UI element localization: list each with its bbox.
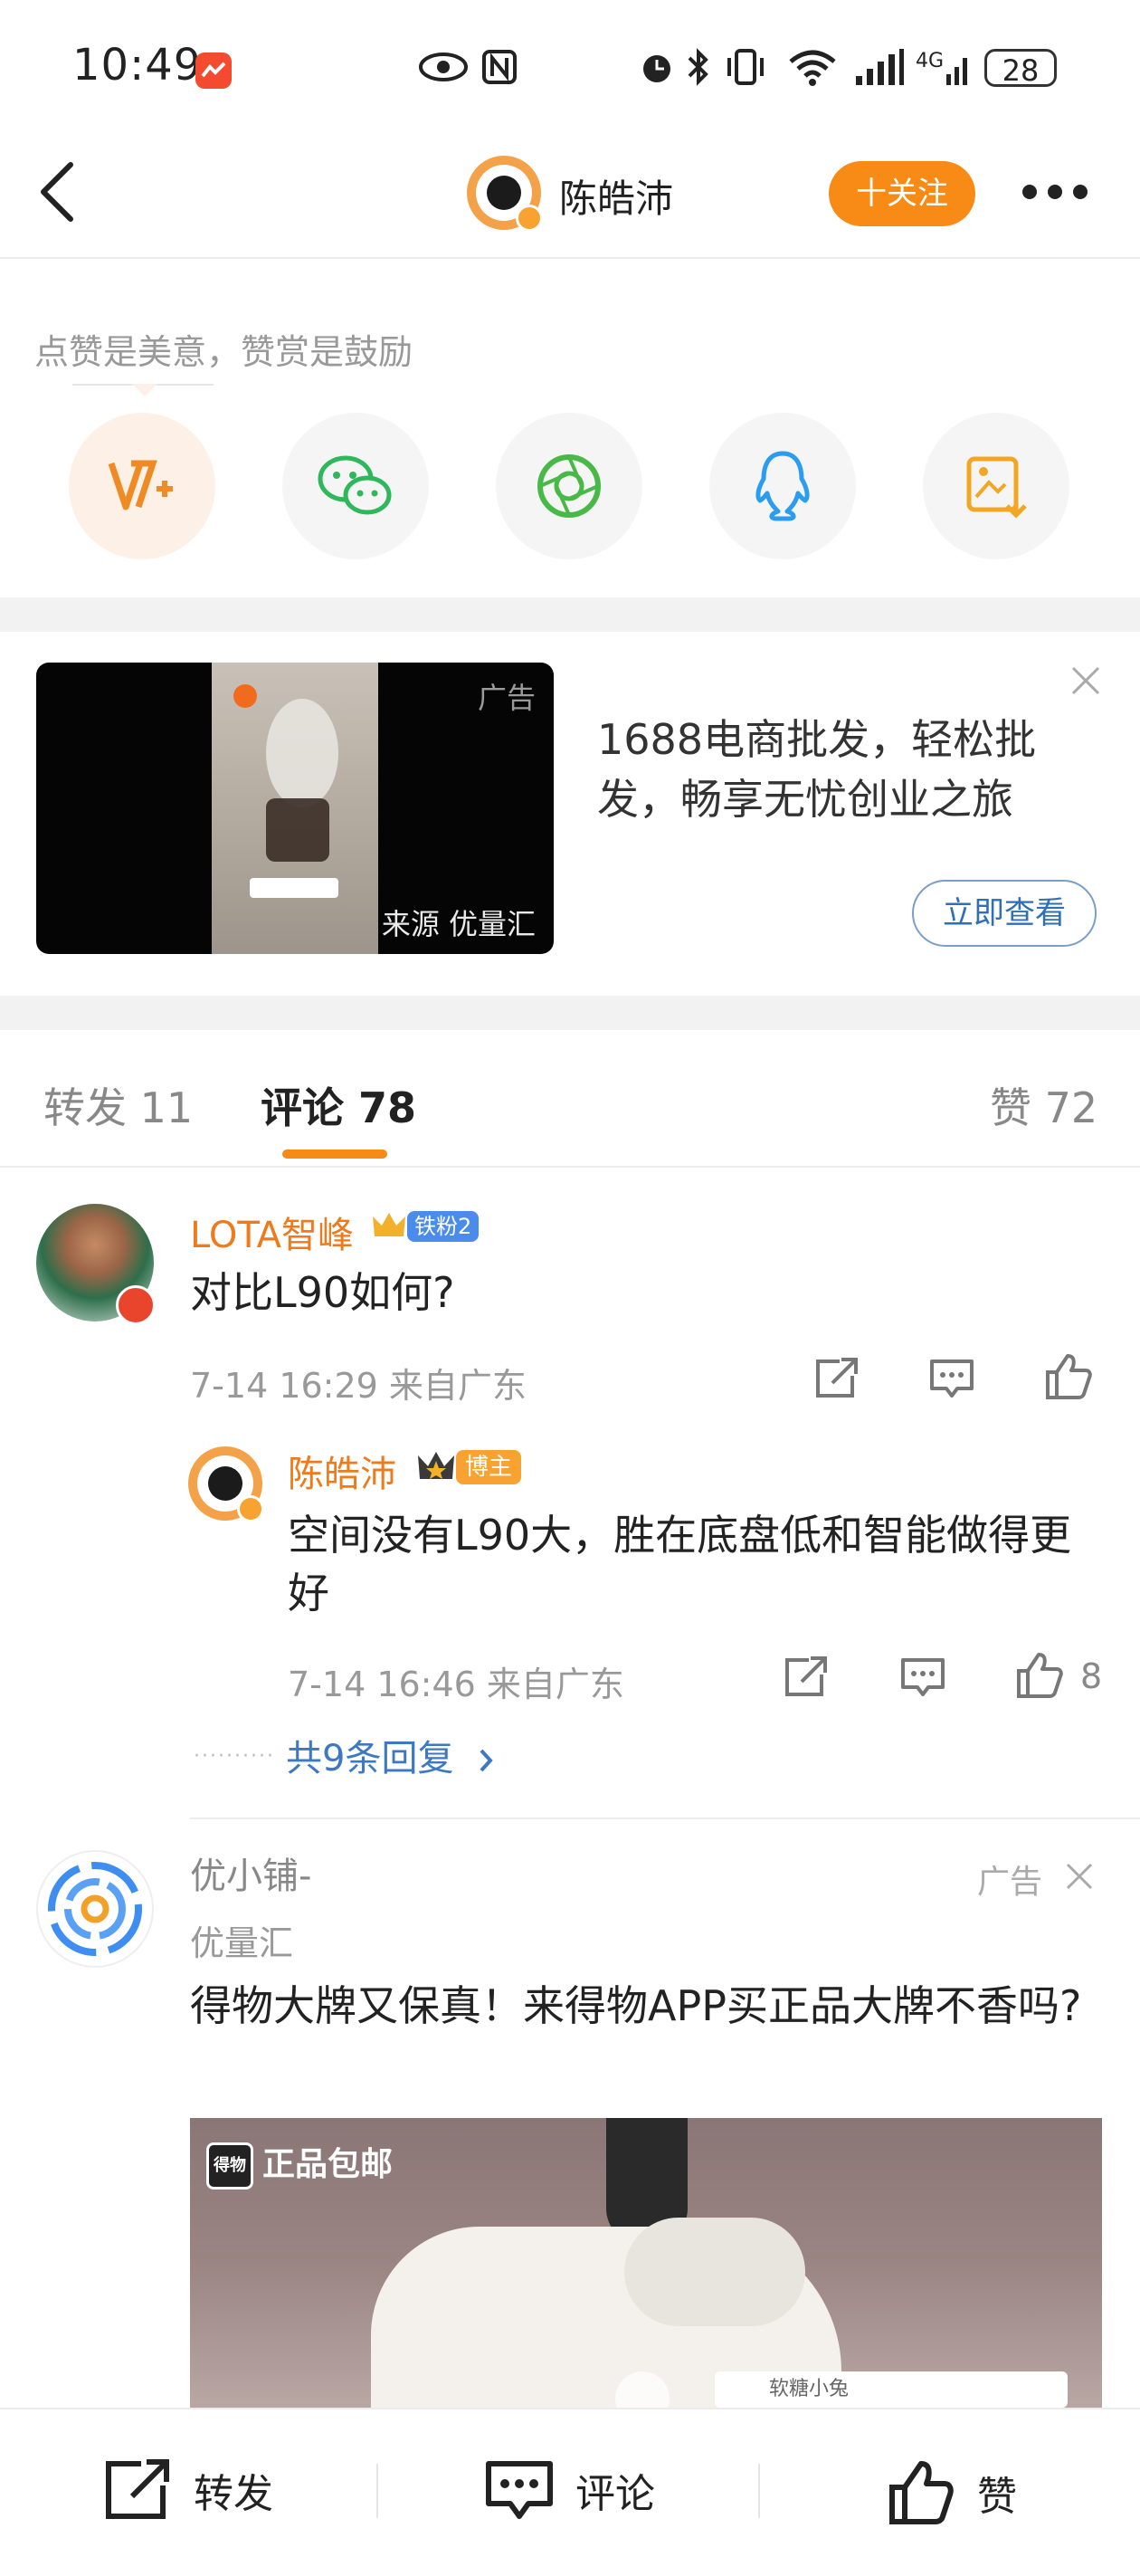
like-icon[interactable] bbox=[1013, 1649, 1064, 1700]
ad-thumbnail[interactable]: 广告 来源 优量汇 bbox=[36, 663, 554, 954]
save-image-button[interactable] bbox=[923, 413, 1069, 559]
follow-button[interactable]: 十关注 bbox=[829, 161, 975, 226]
crown-icon bbox=[416, 1448, 454, 1479]
share-qq-button[interactable] bbox=[709, 413, 856, 559]
signal-4g-icon: 4G bbox=[916, 47, 974, 87]
chevron-right-icon bbox=[478, 1747, 494, 1774]
verified-badge-icon bbox=[237, 1495, 264, 1522]
reply-text: 空间没有L90大，胜在底盘低和智能做得更好 bbox=[288, 1511, 1072, 1617]
ad-commenter-name[interactable]: 优小铺- bbox=[190, 1846, 311, 1899]
ad-image-user: 软糖小兔 bbox=[715, 2371, 1068, 2408]
bottom-repost-button[interactable]: 转发 bbox=[103, 2458, 273, 2522]
back-icon[interactable] bbox=[36, 159, 80, 224]
moments-icon bbox=[537, 454, 601, 518]
comment-icon[interactable] bbox=[928, 1356, 975, 1401]
battery-indicator: 28 bbox=[984, 49, 1057, 88]
comment-icon bbox=[485, 2458, 554, 2522]
wifi-icon bbox=[787, 47, 838, 87]
v-plus-icon bbox=[108, 460, 173, 510]
ad-source: 来源 优量汇 bbox=[381, 907, 536, 941]
alarm-icon bbox=[637, 47, 677, 87]
status-time: 10:49 bbox=[72, 40, 203, 91]
repost-icon[interactable] bbox=[812, 1356, 860, 1401]
app-notification-icon bbox=[195, 52, 232, 89]
ad-brand-logo-icon bbox=[233, 684, 257, 708]
verified-badge-icon bbox=[516, 205, 543, 232]
more-replies-link[interactable]: 共9条回复 bbox=[286, 1729, 494, 1781]
dewu-logo-icon: 得物 bbox=[206, 2142, 253, 2190]
tab-active-indicator bbox=[282, 1150, 387, 1159]
svg-text:4G: 4G bbox=[916, 50, 944, 72]
reply-like-count: 8 bbox=[1080, 1656, 1103, 1696]
author-name[interactable]: 陈皓沛 bbox=[559, 168, 673, 224]
ad-thumb-chip bbox=[250, 878, 338, 898]
signal-icon bbox=[854, 47, 905, 87]
ad-text[interactable]: 1688电商批发，轻松批发，畅享无忧创业之旅 bbox=[597, 710, 1086, 829]
share-moments-button[interactable] bbox=[496, 413, 642, 559]
ad-cta-button[interactable]: 立即查看 bbox=[912, 880, 1097, 947]
ad-brand-logo-icon bbox=[48, 1862, 142, 1956]
repost-icon[interactable] bbox=[782, 1655, 829, 1700]
reply-meta: 7-14 16:46 来自广东 bbox=[288, 1665, 624, 1704]
bottom-like-button[interactable]: 赞 bbox=[887, 2458, 1017, 2527]
more-options-icon[interactable] bbox=[1021, 183, 1089, 201]
share-wechat-button[interactable] bbox=[282, 413, 429, 559]
fan-badge-icon bbox=[116, 1285, 156, 1325]
eye-icon bbox=[418, 51, 469, 83]
reply-author-name[interactable]: 陈皓沛 bbox=[288, 1445, 396, 1497]
tab-repost[interactable]: 转发 11 bbox=[43, 1075, 193, 1135]
bottom-comment-button[interactable]: 评论 bbox=[485, 2458, 655, 2522]
reward-v-plus-button[interactable] bbox=[69, 413, 215, 559]
like-icon bbox=[887, 2458, 955, 2527]
header-divider bbox=[0, 257, 1140, 259]
author-host-badge: 博主 bbox=[456, 1450, 522, 1484]
bluetooth-icon bbox=[686, 47, 711, 87]
like-icon[interactable] bbox=[1042, 1350, 1093, 1401]
comment-meta: 7-14 16:29 来自广东 bbox=[190, 1366, 527, 1406]
fan-level-badge: 铁粉2 bbox=[407, 1211, 480, 1242]
ad-commenter-avatar[interactable] bbox=[36, 1850, 154, 1968]
ad-comment-image[interactable]: 得物 正品包邮 软糖小兔 bbox=[190, 2118, 1102, 2408]
ad-comment-close-icon[interactable] bbox=[1064, 1861, 1095, 1892]
ad-image-label: 正品包邮 bbox=[262, 2146, 394, 2183]
comment-text: 对比L90如何? bbox=[190, 1268, 455, 1317]
save-image-icon bbox=[966, 456, 1027, 519]
ad-comment-text[interactable]: 得物大牌又保真！来得物APP买正品大牌不香吗? bbox=[190, 1977, 1086, 2035]
ad-tag: 广告 bbox=[977, 1864, 1043, 1901]
vibrate-icon bbox=[724, 47, 767, 87]
ad-commenter-source: 优量汇 bbox=[190, 1923, 294, 1963]
reward-title: 点赞是美意，赞赏是鼓励 bbox=[34, 332, 413, 372]
qq-icon bbox=[755, 451, 810, 521]
ad-label: 广告 bbox=[477, 681, 536, 715]
wechat-icon bbox=[318, 455, 392, 515]
crown-icon bbox=[371, 1209, 407, 1240]
nfc-icon bbox=[481, 49, 518, 85]
bottom-action-bar: 转发 评论 赞 bbox=[0, 2408, 1140, 2576]
tab-comment[interactable]: 评论 78 bbox=[261, 1075, 416, 1135]
repost-icon bbox=[103, 2458, 172, 2522]
comment-icon[interactable] bbox=[899, 1655, 946, 1700]
ad-close-icon[interactable] bbox=[1068, 663, 1104, 699]
commenter-name[interactable]: LOTA智峰 bbox=[190, 1206, 354, 1258]
tab-like[interactable]: 赞 72 bbox=[990, 1075, 1097, 1135]
